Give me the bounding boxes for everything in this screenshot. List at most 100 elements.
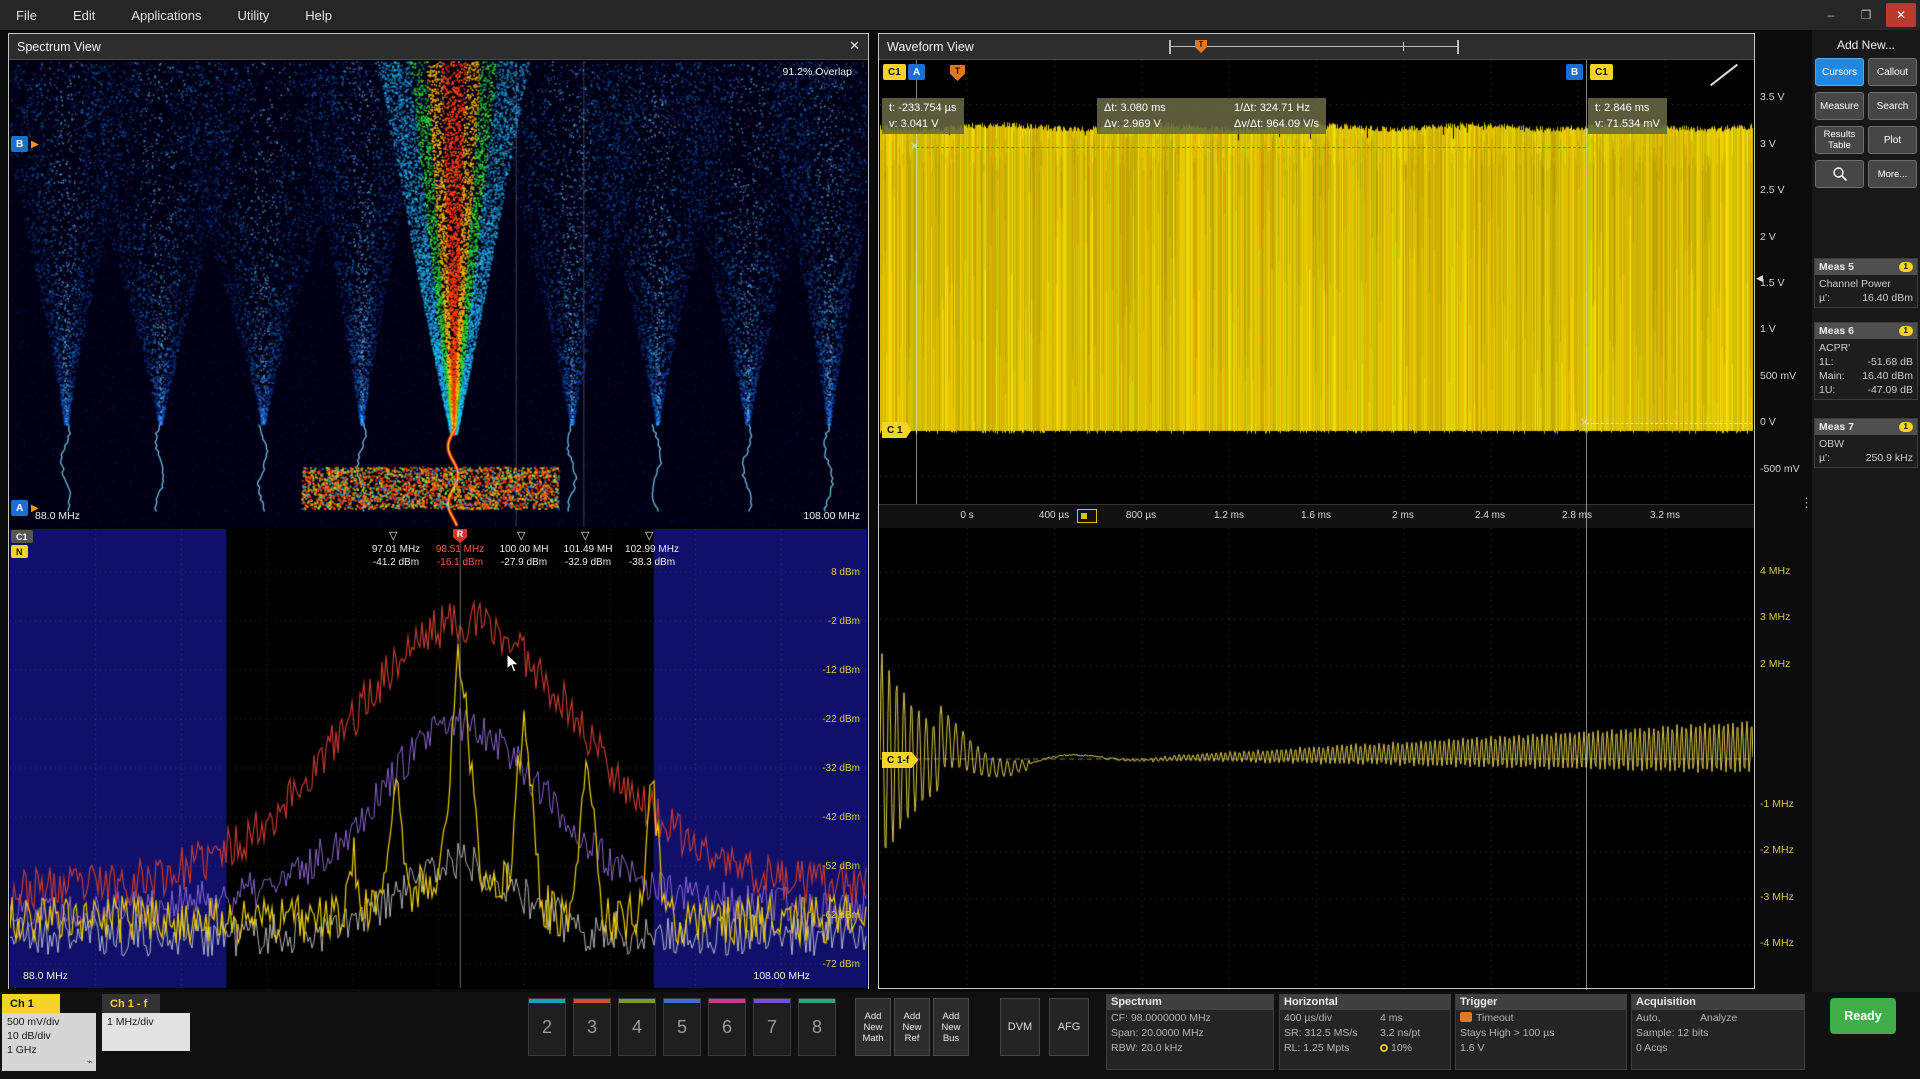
ch1-settings-card[interactable]: 500 mV/div 10 dB/div 1 GHz ⌁ (2, 1013, 96, 1071)
spectrum-close-icon[interactable]: ✕ (849, 38, 860, 54)
spectrum-settings-badge[interactable]: Spectrum CF: 98.0000000 MHz Span: 20.000… (1106, 994, 1274, 1070)
marker4-freq: 101.49 MH (556, 544, 620, 555)
zoom-ruler[interactable]: T (1169, 40, 1459, 54)
search-button[interactable]: Search (1868, 92, 1917, 120)
channel-2-color (529, 999, 565, 1003)
trigger-level-arrow-icon[interactable]: ◀ (1756, 273, 1763, 284)
marker3-freq: 100.00 MH (492, 544, 556, 555)
close-icon[interactable]: ✕ (1886, 3, 1916, 27)
channel-6-color (709, 999, 745, 1003)
channel-8-color (799, 999, 835, 1003)
measure-button[interactable]: Measure (1815, 92, 1864, 120)
waveform-view-title: Waveform View (887, 40, 974, 54)
ready-status-badge: Ready (1830, 998, 1896, 1034)
zoom-button[interactable] (1815, 160, 1864, 188)
trigger-settings-badge[interactable]: Trigger Timeout Stays High > 100 µs 1.6 … (1455, 994, 1627, 1070)
spectrum-view-title: Spectrum View (17, 40, 101, 54)
marker-triangle-3[interactable]: ▽ (517, 529, 525, 542)
ch1-badge[interactable]: Ch 1 (2, 994, 60, 1013)
cursor-a-readout: t: -233.754 µs v: 3.041 V (882, 98, 964, 134)
record-view-icon (1380, 1044, 1388, 1052)
channel-6-button[interactable]: 6 (708, 998, 746, 1056)
menu-applications[interactable]: Applications (131, 8, 201, 23)
menu-utility[interactable]: Utility (237, 8, 269, 23)
cursor-a-badge[interactable]: A (908, 64, 925, 80)
spectrogram-canvas[interactable] (10, 61, 867, 527)
marker-triangle-4[interactable]: ▽ (581, 529, 589, 542)
channel-5-button[interactable]: 5 (663, 998, 701, 1056)
meas7-source-badge: 1 (1899, 422, 1913, 432)
meas7-badge[interactable]: Meas 71 OBW µ':250.9 kHz (1814, 418, 1918, 468)
spectrum-channel-badge[interactable]: C1 (11, 530, 33, 543)
menu-edit[interactable]: Edit (73, 8, 95, 23)
axis-label-gutter: 3.5 V 3 V 2.5 V 2 V 1.5 V 1 V 500 mV 0 V… (1756, 33, 1812, 989)
v-label-1: 3 V (1760, 138, 1776, 150)
ruler-trigger-icon[interactable]: T (1195, 40, 1207, 53)
cursor-a-handle[interactable]: ✕ (910, 140, 919, 153)
spectrum-plot-area: C1 N ▽ R ▽ ▽ ▽ 97.01 MHz 98.51 MHz 100.0… (9, 528, 868, 989)
bottom-bar: Ch 1 500 mV/div 10 dB/div 1 GHz ⌁ Ch 1 -… (0, 992, 1920, 1079)
ch1f-badge[interactable]: Ch 1 - f (102, 994, 160, 1013)
marker-b-arrow-icon: ▶ (31, 139, 39, 150)
menu-help[interactable]: Help (305, 8, 332, 23)
channel-1-right-badge[interactable]: C1 (1590, 64, 1613, 80)
meas5-badge[interactable]: Meas 51 Channel Power µ':16.40 dBm (1814, 258, 1918, 308)
cursor-b-badge[interactable]: B (1566, 64, 1583, 80)
ch1f-settings-card[interactable]: 1 MHz/div (102, 1013, 190, 1051)
add-new-ref-button[interactable]: Add New Ref (894, 998, 930, 1056)
channel-ground-badge[interactable]: C 1 (882, 422, 912, 438)
cursor-b-volt: v: 71.534 mV (1595, 116, 1660, 132)
horizontal-settings-badge[interactable]: Horizontal 400 µs/div4 ms SR: 312.5 MS/s… (1279, 994, 1451, 1070)
spectrum-view-panel: Spectrum View ✕ 91.2% Overlap 108.00 MHz… (8, 33, 869, 989)
add-new-bus-button[interactable]: Add New Bus (933, 998, 969, 1056)
marker1-ampl: -41.2 dBm (364, 557, 428, 568)
inv-delta-t: 1/Δt: 324.71 Hz (1234, 100, 1310, 116)
cursor-b-level-line[interactable] (1586, 423, 1752, 424)
channel-3-button[interactable]: 3 (573, 998, 611, 1056)
meas7-name: OBW (1819, 437, 1913, 451)
channel-1-badge[interactable]: C1 (883, 64, 906, 80)
delta-v: Δv: 2.969 V (1104, 116, 1216, 132)
spectrum-trace-badge[interactable]: N (11, 545, 28, 558)
channel-7-button[interactable]: 7 (753, 998, 791, 1056)
menu-file[interactable]: File (16, 8, 37, 23)
minimize-icon[interactable]: – (1816, 3, 1846, 27)
mhz-label-4: -2 MHz (1760, 844, 1794, 856)
channel-2-button[interactable]: 2 (528, 998, 566, 1056)
spectrum-plot-canvas[interactable] (10, 529, 867, 988)
marker-b-badge[interactable]: B (11, 136, 28, 152)
waveform-view-titlebar: Waveform View T (879, 34, 1754, 60)
dvm-button[interactable]: DVM (1000, 998, 1040, 1056)
channel-3-color (574, 999, 610, 1003)
add-new-sidebar: Add New... Cursors Callout Measure Searc… (1812, 30, 1920, 992)
plot-button[interactable]: Plot (1868, 126, 1917, 154)
cursor-b-handle[interactable]: ✕ (1580, 416, 1589, 429)
expansion-point-icon[interactable] (1077, 509, 1097, 523)
channel-8-button[interactable]: 8 (798, 998, 836, 1056)
cursors-button[interactable]: Cursors (1815, 58, 1864, 86)
afg-button[interactable]: AFG (1049, 998, 1089, 1056)
marker-triangle-5[interactable]: ▽ (645, 529, 653, 542)
frequency-canvas[interactable] (880, 528, 1753, 988)
cursor-a-level-line[interactable] (916, 147, 1586, 148)
cursor-a-volt: v: 3.041 V (889, 116, 957, 132)
dbm-label-5: -42 dBm (822, 812, 860, 823)
marker-triangle-1[interactable]: ▽ (389, 529, 397, 542)
mhz-label-2: 2 MHz (1760, 658, 1790, 670)
channel-4-button[interactable]: 4 (618, 998, 656, 1056)
marker-a-badge[interactable]: A (11, 500, 28, 516)
more-button[interactable]: More... (1868, 160, 1917, 188)
add-new-math-button[interactable]: Add New Math (855, 998, 891, 1056)
time-axis: 0 s 400 µs 800 µs 1.2 ms 1.6 ms 2 ms 2.4… (879, 504, 1754, 528)
cursor-b-line[interactable] (1586, 60, 1587, 990)
results-table-button[interactable]: Results Table (1815, 126, 1864, 154)
meas6-badge[interactable]: Meas 61 ACPR' 1L:-51.68 dB Main:16.40 dB… (1814, 322, 1918, 400)
dbm-label-2: -12 dBm (822, 665, 860, 676)
restore-icon[interactable]: ❐ (1851, 3, 1881, 27)
freq-trace-badge[interactable]: C 1-f (882, 752, 918, 768)
acquisition-settings-badge[interactable]: Acquisition Auto,Analyze Sample: 12 bits… (1631, 994, 1805, 1070)
callout-button[interactable]: Callout (1868, 58, 1917, 86)
dbm-label-6: -52 dBm (822, 861, 860, 872)
marker4-ampl: -32.9 dBm (556, 557, 620, 568)
marker2-ampl: -16.1 dBm (428, 557, 492, 568)
